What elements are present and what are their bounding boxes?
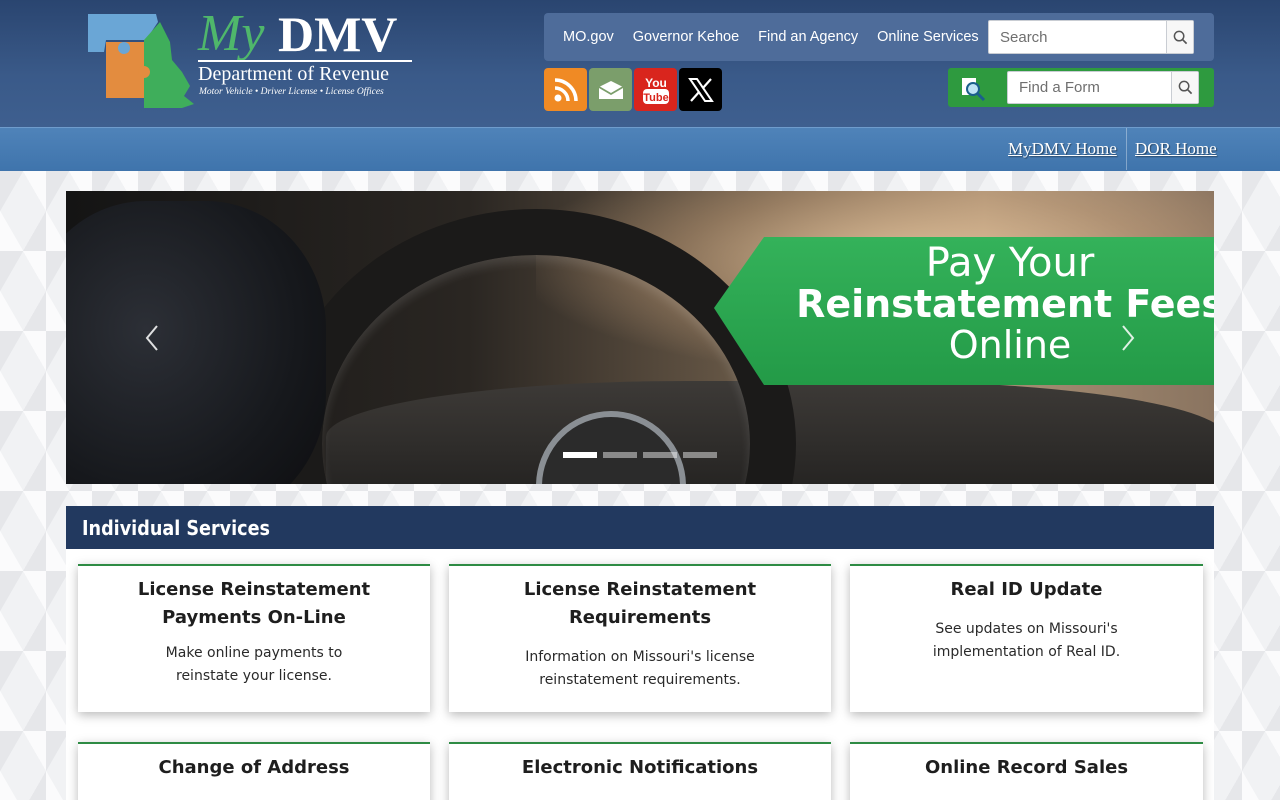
chevron-left-icon	[145, 325, 158, 351]
nav-dor-home[interactable]: DOR Home	[1135, 128, 1217, 170]
service-card-reinstatement-requirements[interactable]: License Reinstatement Requirements Infor…	[449, 564, 831, 712]
rss-icon	[554, 77, 578, 101]
svg-text:Tube: Tube	[643, 92, 668, 104]
link-governor[interactable]: Governor Kehoe	[633, 29, 739, 45]
logo-tagline: Motor Vehicle • Driver License • License…	[199, 87, 384, 97]
carousel-indicator-4[interactable]	[683, 452, 717, 458]
carousel-indicator-2[interactable]	[603, 452, 637, 458]
youtube-icon: You Tube	[642, 76, 669, 104]
services-heading-text: Individual Services	[82, 515, 271, 540]
card-title: License Reinstatement Payments On-Line	[137, 579, 371, 628]
find-form-button[interactable]	[1171, 72, 1198, 103]
hero-line-3: Online	[948, 323, 1072, 367]
chevron-right-icon	[1122, 325, 1135, 351]
social-links: You Tube	[544, 68, 722, 111]
card-title: Change of Address	[158, 757, 350, 778]
svg-text:You: You	[645, 76, 667, 90]
mail-icon	[598, 80, 623, 99]
carousel-indicator-1[interactable]	[563, 452, 597, 458]
individual-services-panel: Individual Services License Reinstatemen…	[66, 506, 1214, 800]
rss-button[interactable]	[544, 68, 587, 111]
logo-my-text: My	[198, 5, 265, 62]
hero-carousel[interactable]: Pay Your Reinstatement Fees Online	[66, 191, 1214, 484]
nav-mydmv-home[interactable]: MyDMV Home	[1008, 128, 1117, 170]
card-title: License Reinstatement Requirements	[523, 579, 757, 628]
hero-photo-driver	[66, 201, 326, 484]
card-description: Make online payments to reinstate your l…	[165, 645, 343, 684]
link-mo-gov[interactable]: MO.gov	[563, 29, 614, 45]
card-title: Electronic Notifications	[521, 757, 759, 778]
utility-bar: MO.gov Governor Kehoe Find an Agency Onl…	[544, 13, 1214, 61]
search-input[interactable]	[989, 21, 1169, 53]
link-find-agency[interactable]: Find an Agency	[758, 29, 858, 45]
carousel-indicator-3[interactable]	[643, 452, 677, 458]
hero-line-1: Pay Your	[925, 240, 1095, 286]
missouri-map-icon	[88, 14, 194, 108]
carousel-next-button[interactable]	[1118, 323, 1138, 353]
find-form-input[interactable]	[1008, 72, 1168, 103]
carousel-prev-button[interactable]	[142, 323, 162, 353]
service-card-electronic-notifications[interactable]: Electronic Notifications	[449, 742, 831, 800]
site-header: My DMV Department of Revenue Motor Vehic…	[0, 0, 1280, 127]
x-icon	[687, 77, 714, 102]
find-form-bar	[948, 68, 1214, 107]
service-card-reinstatement-payments[interactable]: License Reinstatement Payments On-Line M…	[78, 564, 430, 712]
service-card-real-id[interactable]: Real ID Update See updates on Missouri's…	[850, 564, 1203, 712]
search-icon	[1178, 80, 1192, 95]
mydmv-logo[interactable]: My DMV Department of Revenue Motor Vehic…	[86, 5, 426, 112]
services-heading: Individual Services	[66, 506, 1214, 549]
search-button[interactable]	[1166, 21, 1193, 53]
email-button[interactable]	[589, 68, 632, 111]
youtube-button[interactable]: You Tube	[634, 68, 677, 111]
logo-department: Department of Revenue	[198, 63, 390, 85]
service-card-change-of-address[interactable]: Change of Address	[78, 742, 430, 800]
main-nav: MyDMV Home DOR Home	[0, 127, 1280, 171]
card-title: Online Record Sales	[924, 757, 1129, 778]
card-title: Real ID Update	[950, 579, 1103, 600]
link-online-services[interactable]: Online Services	[877, 29, 979, 45]
hero-banner-text: Pay Your Reinstatement Fees Online	[714, 243, 1214, 366]
form-search-icon	[962, 78, 986, 102]
carousel-indicators	[563, 452, 717, 458]
card-description: Information on Missouri's license reinst…	[525, 649, 755, 688]
logo-divider	[198, 60, 412, 62]
site-search	[988, 20, 1194, 54]
service-card-online-record-sales[interactable]: Online Record Sales	[850, 742, 1203, 800]
card-description: See updates on Missouri's implementation…	[932, 621, 1121, 660]
search-icon	[1173, 30, 1187, 44]
nav-divider	[1126, 128, 1127, 170]
top-links: MO.gov Governor Kehoe Find an Agency Onl…	[563, 13, 998, 61]
hero-line-2: Reinstatement Fees	[796, 282, 1214, 326]
logo-dmv-text: DMV	[278, 6, 398, 62]
find-form-search	[1007, 71, 1199, 104]
x-button[interactable]	[679, 68, 722, 111]
